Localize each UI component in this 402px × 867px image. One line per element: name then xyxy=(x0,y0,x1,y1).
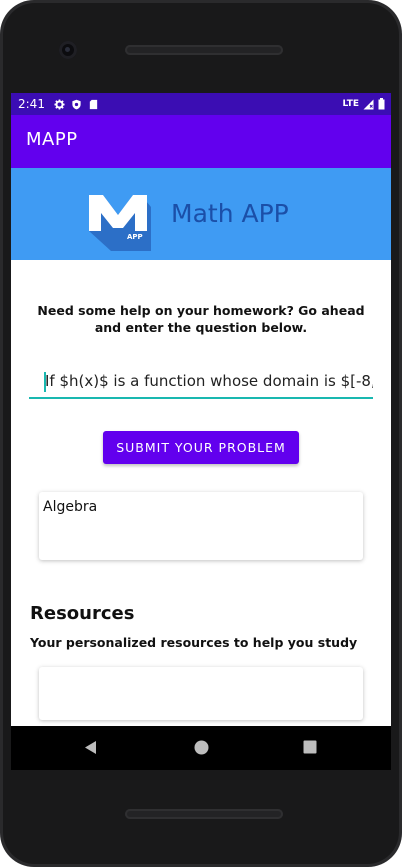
header-banner: APP Math APP xyxy=(11,168,391,260)
sd-card-icon xyxy=(89,99,98,109)
app-bar: MAPP xyxy=(11,115,391,168)
result-category: Algebra xyxy=(43,499,98,515)
signal-icon xyxy=(363,99,374,109)
submit-problem-button[interactable]: SUBMIT YOUR PROBLEM xyxy=(103,431,299,464)
navigation-bar xyxy=(11,726,391,770)
status-icons-left xyxy=(54,98,99,110)
phone-frame: 2:41 LTE MAPP APP Math APP Need some hel… xyxy=(0,0,402,867)
banner-title: Math APP xyxy=(171,199,289,228)
math-app-logo: APP xyxy=(89,195,151,251)
status-time: 2:41 xyxy=(18,97,45,111)
app-screen: 2:41 LTE MAPP APP Math APP Need some hel… xyxy=(11,93,391,726)
resources-title: Resources xyxy=(30,603,135,624)
back-icon[interactable] xyxy=(84,740,98,755)
logo-sub-text: APP xyxy=(127,233,143,241)
network-type: LTE xyxy=(342,99,359,109)
status-bar: 2:41 LTE xyxy=(11,93,391,115)
app-title: MAPP xyxy=(26,129,78,150)
resources-card[interactable] xyxy=(39,667,363,720)
battery-icon xyxy=(378,98,385,110)
home-icon[interactable] xyxy=(194,740,209,755)
recents-icon[interactable] xyxy=(303,740,317,754)
front-camera xyxy=(59,41,77,59)
problem-input-value[interactable]: If $h(x)$ is a function whose domain is … xyxy=(45,372,373,390)
shield-icon xyxy=(72,99,81,109)
problem-input[interactable]: If $h(x)$ is a function whose domain is … xyxy=(29,365,373,399)
help-prompt: Need some help on your homework? Go ahea… xyxy=(37,303,365,335)
earpiece-speaker xyxy=(125,45,283,55)
result-card: Algebra xyxy=(39,492,363,560)
resources-subtitle: Your personalized resources to help you … xyxy=(30,635,358,650)
gear-icon xyxy=(54,98,65,110)
bottom-speaker xyxy=(125,809,283,819)
status-icons-right: LTE xyxy=(342,98,385,110)
